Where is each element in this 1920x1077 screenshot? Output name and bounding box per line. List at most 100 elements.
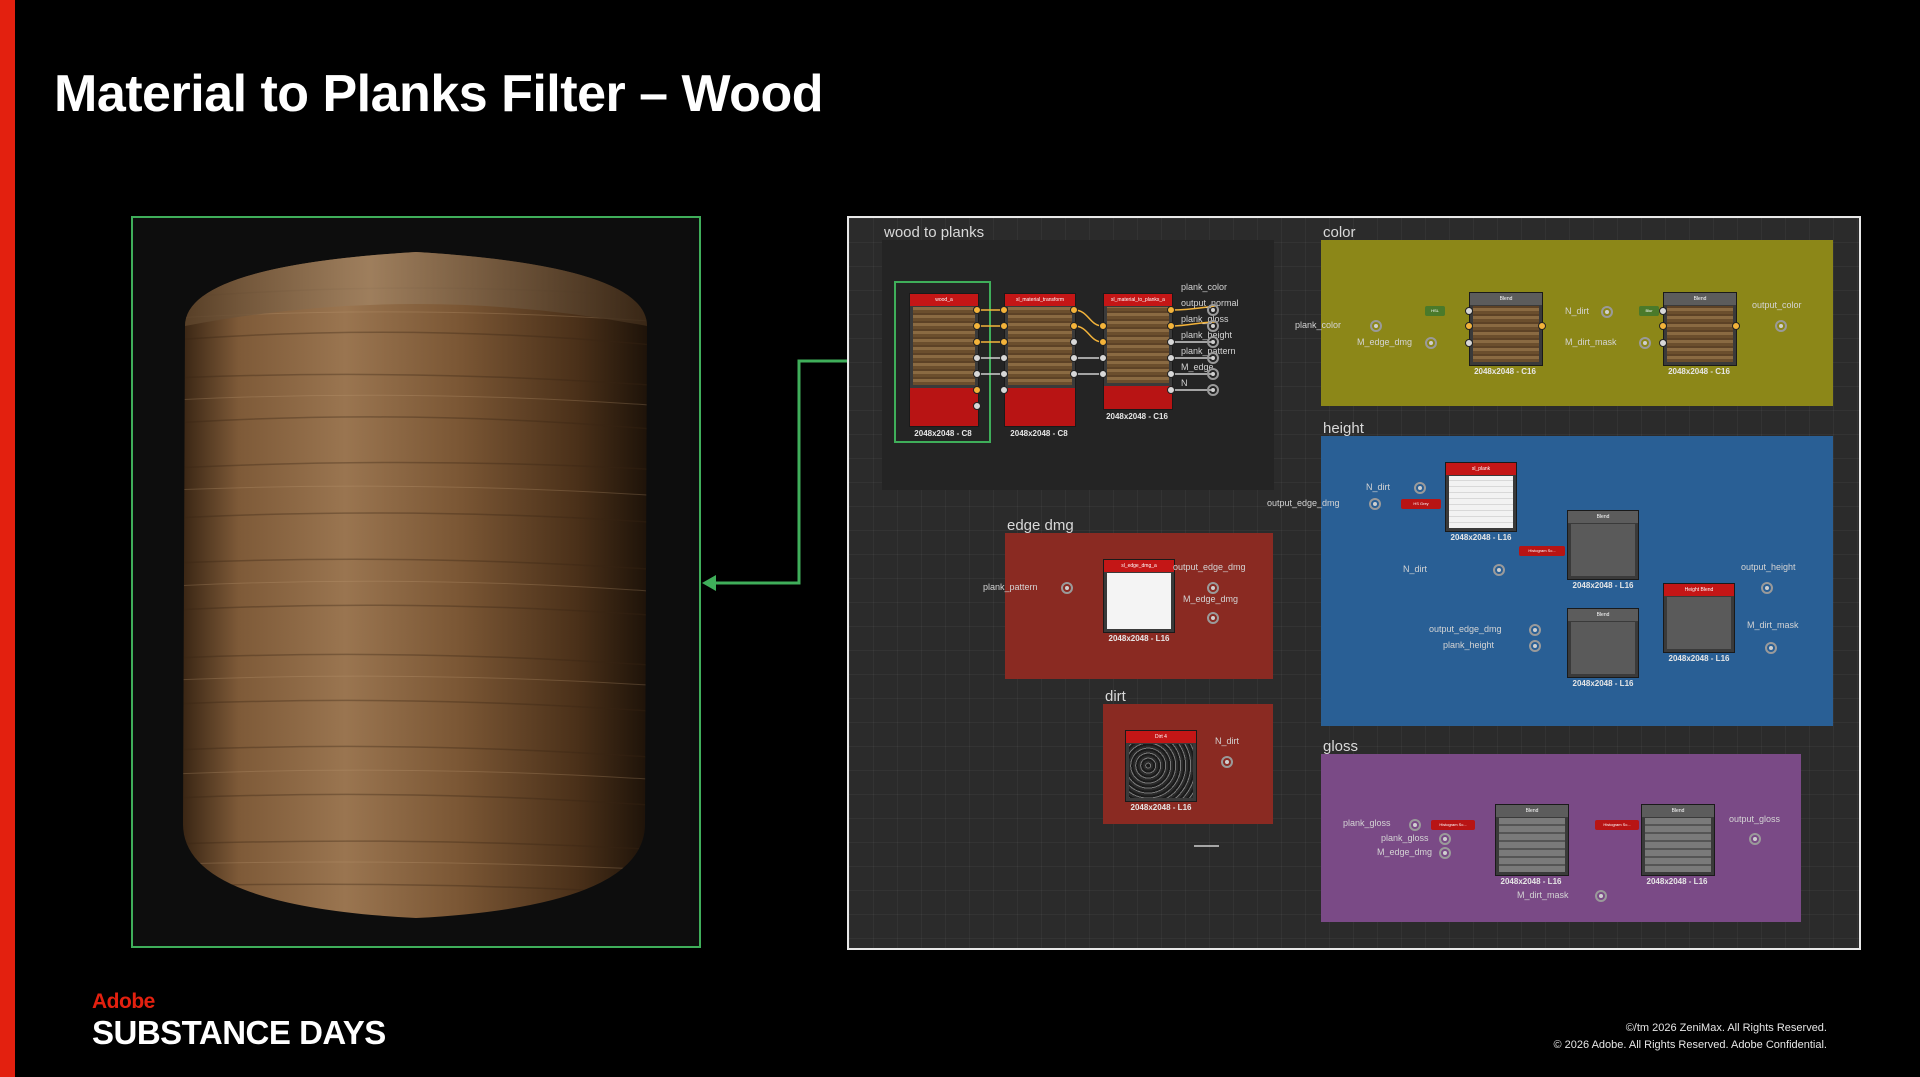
output-port[interactable] — [1070, 370, 1078, 378]
input-port[interactable] — [1000, 306, 1008, 314]
node-size: 2048x2048 - L16 — [1572, 679, 1634, 688]
input-label: plank_gloss — [1343, 818, 1391, 828]
node-blend-color-1[interactable]: Blend — [1469, 292, 1543, 366]
frame-label: height — [1323, 420, 1364, 437]
node-sl-edge-dmg[interactable]: sl_edge_dmg_a — [1103, 559, 1175, 633]
output-node-icon[interactable] — [1761, 582, 1773, 594]
input-node-icon[interactable] — [1425, 337, 1437, 349]
input-port[interactable] — [1659, 339, 1667, 347]
input-label: M_edge_dmg — [1357, 337, 1413, 347]
output-port[interactable] — [1070, 322, 1078, 330]
input-port[interactable] — [1465, 307, 1473, 315]
input-node-icon[interactable] — [1639, 337, 1651, 349]
node-graph-canvas[interactable]: wood to planks wood_a 2048x2048 - C8 sl_… — [847, 216, 1861, 950]
output-port[interactable] — [973, 306, 981, 314]
output-port[interactable] — [1167, 370, 1175, 378]
accent-bar — [0, 0, 15, 1077]
input-node-icon[interactable] — [1439, 847, 1451, 859]
legal-line-1: ©/tm 2026 ZeniMax. All Rights Reserved. — [1625, 1022, 1827, 1034]
output-port[interactable] — [973, 322, 981, 330]
output-node-icon[interactable] — [1207, 582, 1219, 594]
input-label: plank_gloss — [1381, 833, 1429, 843]
input-node-icon[interactable] — [1529, 640, 1541, 652]
input-port[interactable] — [1659, 322, 1667, 330]
output-node-icon[interactable] — [1775, 320, 1787, 332]
input-port[interactable] — [1099, 354, 1107, 362]
node-size: 2048x2048 - L16 — [1668, 654, 1730, 663]
output-port[interactable] — [1167, 306, 1175, 314]
input-label: output_edge_dmg — [1267, 498, 1340, 508]
input-port[interactable] — [1000, 338, 1008, 346]
output-port[interactable] — [1070, 306, 1078, 314]
input-port[interactable] — [1099, 322, 1107, 330]
input-node-icon[interactable] — [1369, 498, 1381, 510]
output-port[interactable] — [973, 370, 981, 378]
input-port[interactable] — [1099, 370, 1107, 378]
hsl-chip[interactable]: HSL — [1425, 306, 1445, 316]
input-node-icon[interactable] — [1409, 819, 1421, 831]
output-port[interactable] — [1070, 354, 1078, 362]
output-node-icon[interactable] — [1765, 642, 1777, 654]
output-node-icon[interactable] — [1207, 304, 1219, 316]
output-node-icon[interactable] — [1221, 756, 1233, 768]
output-node-icon[interactable] — [1207, 612, 1219, 624]
input-port[interactable] — [1465, 339, 1473, 347]
output-node-icon[interactable] — [1207, 384, 1219, 396]
input-port[interactable] — [1000, 386, 1008, 394]
output-port[interactable] — [1167, 354, 1175, 362]
output-node-icon[interactable] — [1207, 320, 1219, 332]
node-blend-color-2[interactable]: Blend — [1663, 292, 1737, 366]
output-port[interactable] — [1167, 322, 1175, 330]
node-blend-gloss-2[interactable]: Blend — [1641, 804, 1715, 876]
input-node-icon[interactable] — [1595, 890, 1607, 902]
output-port[interactable] — [973, 354, 981, 362]
output-port[interactable] — [973, 338, 981, 346]
input-port[interactable] — [1000, 322, 1008, 330]
node-title: Blend — [1568, 609, 1638, 621]
input-label: output_edge_dmg — [1429, 624, 1502, 634]
input-port[interactable] — [1465, 322, 1473, 330]
node-size: 2048x2048 - L16 — [1500, 877, 1562, 886]
input-node-icon[interactable] — [1439, 833, 1451, 845]
output-node-icon[interactable] — [1207, 336, 1219, 348]
node-size: 2048x2048 - L16 — [1572, 581, 1634, 590]
input-node-icon[interactable] — [1061, 582, 1073, 594]
node-blend-height-2[interactable]: Blend — [1567, 608, 1639, 678]
output-node-icon[interactable] — [1207, 352, 1219, 364]
frame-color[interactable]: color — [1321, 224, 1833, 406]
output-port[interactable] — [973, 402, 981, 410]
input-node-icon[interactable] — [1529, 624, 1541, 636]
output-port[interactable] — [973, 386, 981, 394]
histogram-scan-chip[interactable]: Histogram Sc... — [1595, 820, 1639, 830]
output-port[interactable] — [1538, 322, 1546, 330]
input-node-icon[interactable] — [1370, 320, 1382, 332]
output-node-icon[interactable] — [1749, 833, 1761, 845]
node-blend-gloss-1[interactable]: Blend — [1495, 804, 1569, 876]
node-sl-plank[interactable]: sl_plank — [1445, 462, 1517, 532]
node-dirt-4[interactable]: Dirt 4 — [1125, 730, 1197, 802]
node-blend-height-1[interactable]: Blend — [1567, 510, 1639, 580]
node-height-blend[interactable]: Height Blend — [1663, 583, 1735, 653]
hs-grey-chip[interactable]: HS Grey — [1401, 499, 1441, 509]
node-thumbnail — [1449, 476, 1513, 528]
input-label: M_dirt_mask — [1517, 890, 1569, 900]
output-port[interactable] — [1732, 322, 1740, 330]
blur-chip[interactable]: Blur — [1639, 306, 1659, 316]
input-node-icon[interactable] — [1601, 306, 1613, 318]
node-title: Blend — [1568, 511, 1638, 523]
input-node-icon[interactable] — [1414, 482, 1426, 494]
output-node-icon[interactable] — [1207, 368, 1219, 380]
output-label: plank_height — [1181, 330, 1233, 340]
output-port[interactable] — [1167, 386, 1175, 394]
input-port[interactable] — [1000, 370, 1008, 378]
histogram-scan-chip[interactable]: Histogram Sc... — [1519, 546, 1565, 556]
input-port[interactable] — [1099, 338, 1107, 346]
input-port[interactable] — [1659, 307, 1667, 315]
input-node-icon[interactable] — [1493, 564, 1505, 576]
input-port[interactable] — [1000, 354, 1008, 362]
output-port[interactable] — [1167, 338, 1175, 346]
histogram-scan-chip[interactable]: Histogram Sc... — [1431, 820, 1475, 830]
wood-cylinder-render — [183, 252, 647, 918]
input-label: N_dirt — [1565, 306, 1590, 316]
output-port[interactable] — [1070, 338, 1078, 346]
